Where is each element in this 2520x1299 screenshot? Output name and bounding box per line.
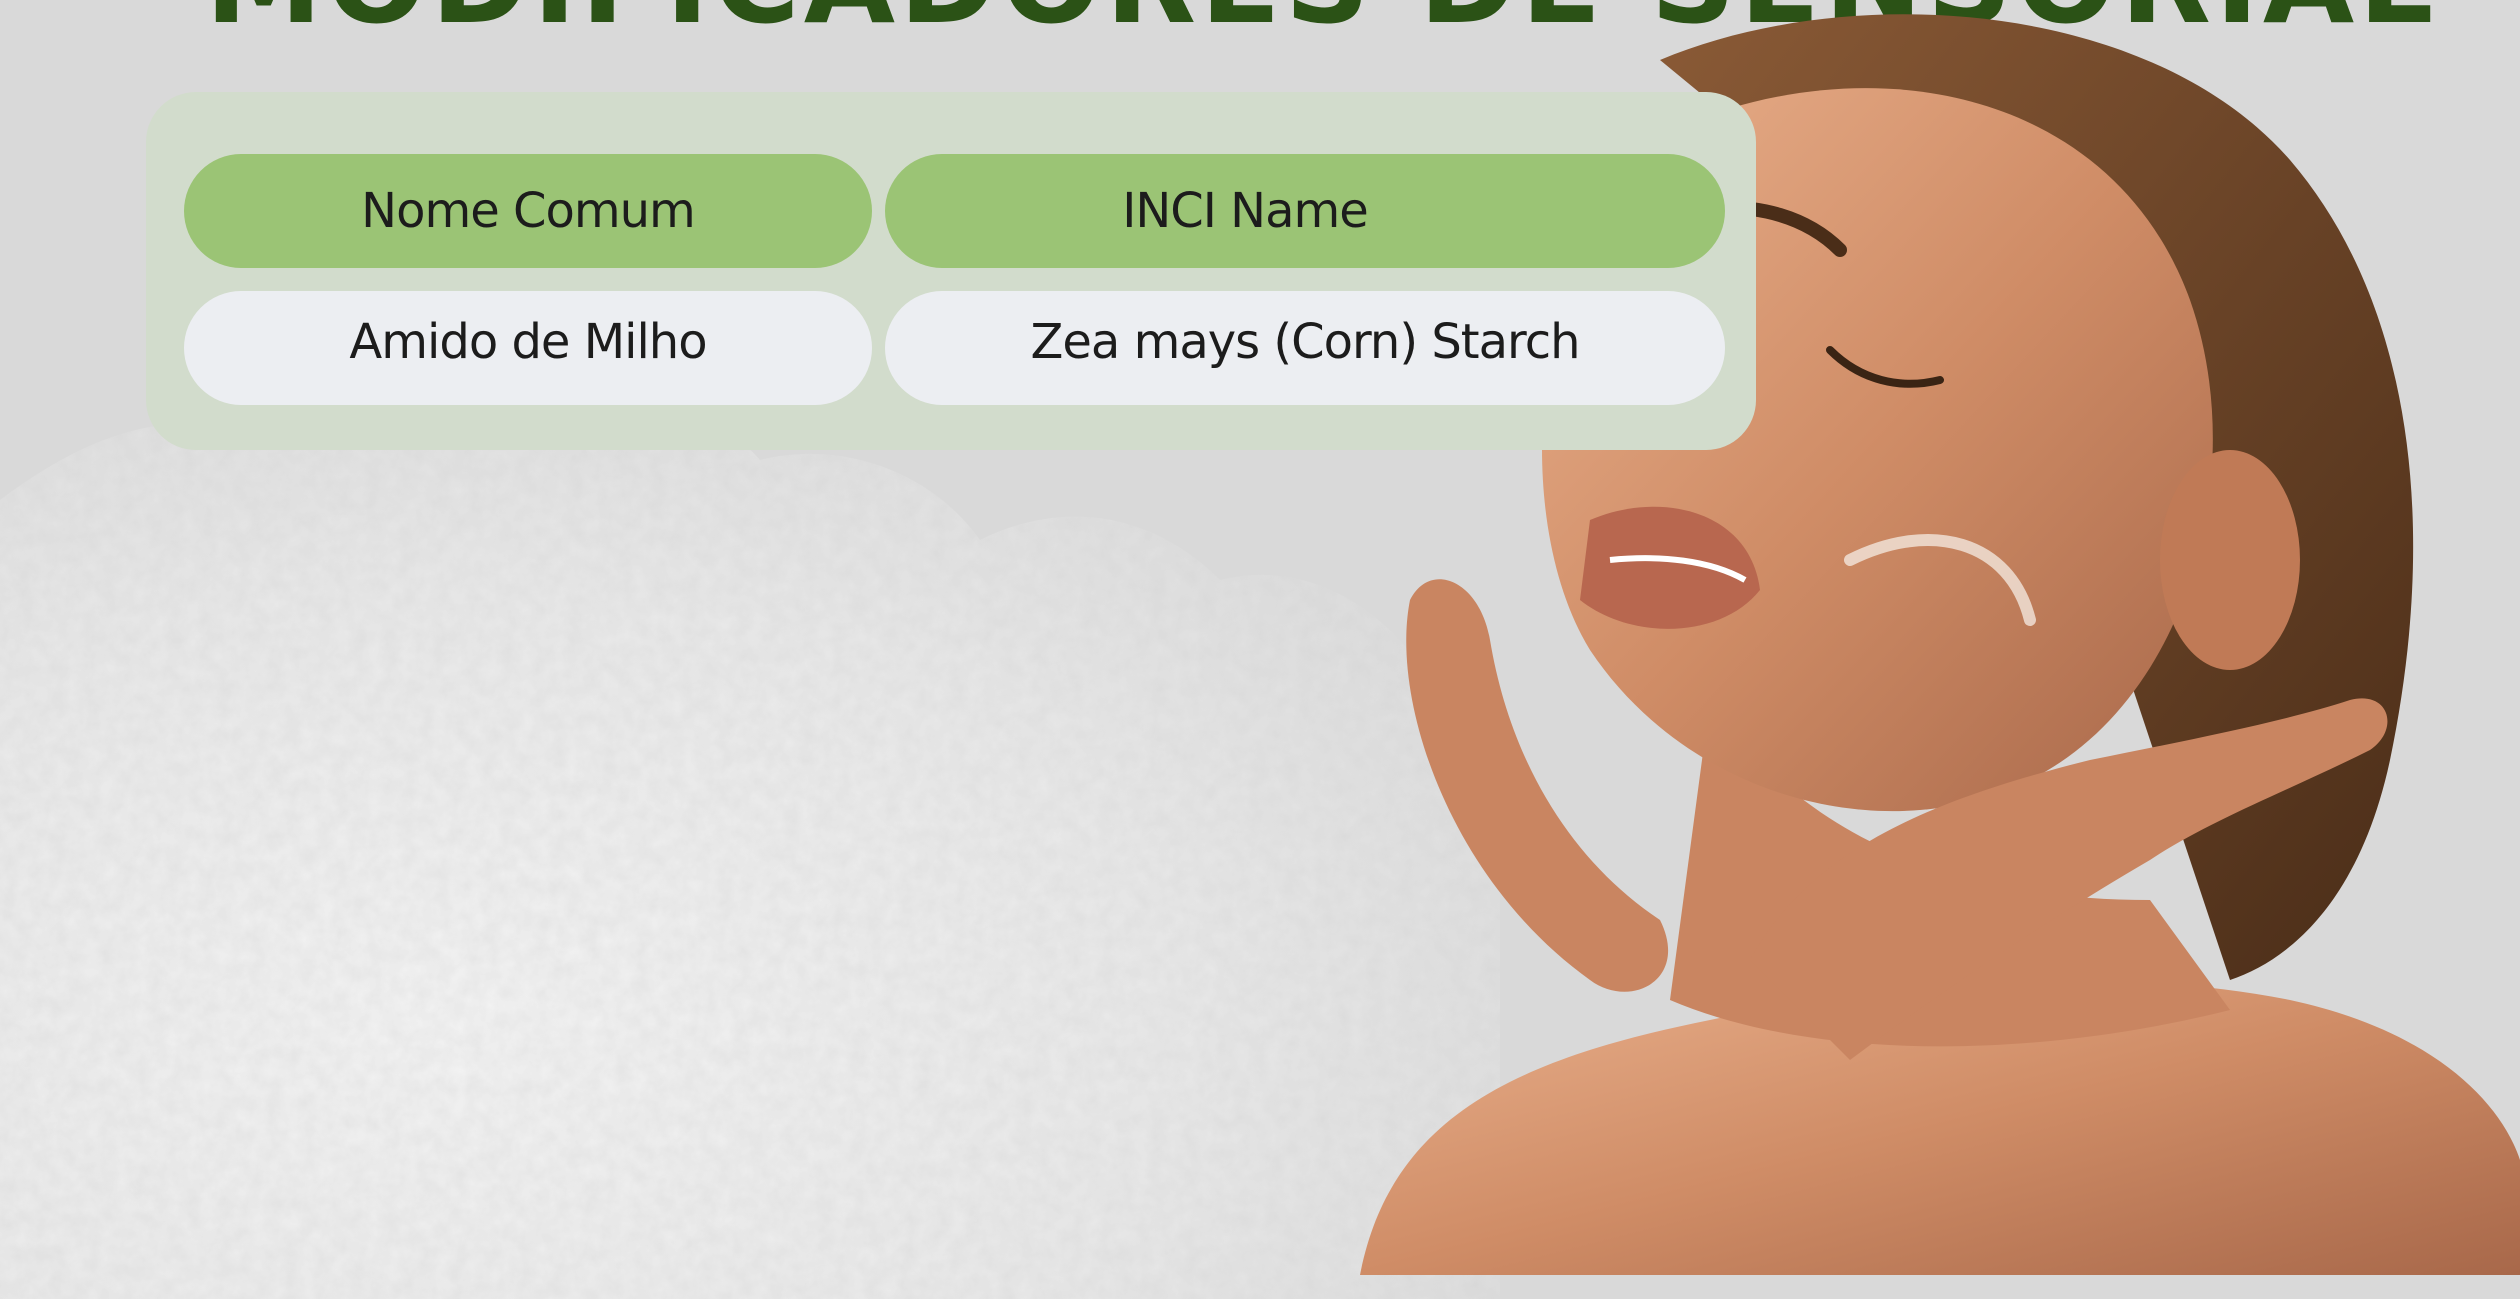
slide: MODIFICADORES DE SENSORIAL <box>0 0 2520 1299</box>
table-header-inci-name: INCI Name <box>885 154 1725 268</box>
cell-text: Amido de Milho <box>349 314 707 370</box>
cell-text: Zea mays (Corn) Starch <box>1030 314 1580 370</box>
header-label: Nome Comum <box>361 183 696 239</box>
table-header-nome-comum: Nome Comum <box>184 154 872 268</box>
powder-image <box>0 391 1500 1299</box>
table-cell-inci-name: Zea mays (Corn) Starch <box>885 291 1725 405</box>
header-label: INCI Name <box>1122 183 1369 239</box>
table-cell-common-name: Amido de Milho <box>184 291 872 405</box>
